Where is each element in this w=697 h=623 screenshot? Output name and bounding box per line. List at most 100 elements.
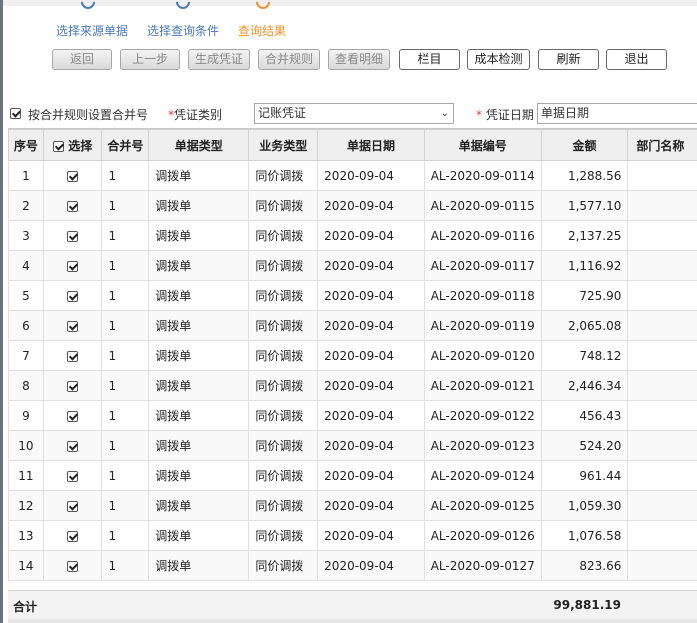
cell-biz-type: 同价调拨 xyxy=(248,190,319,221)
cell-merge-no[interactable]: 1 xyxy=(101,550,150,581)
cell-select[interactable] xyxy=(42,400,103,431)
table-row[interactable]: 4 1 调拨单 同价调拨 2020-09-04 AL-2020-09-0117 1,116.… xyxy=(8,250,697,281)
refresh-button[interactable]: 刷新 xyxy=(538,49,599,70)
table-row[interactable]: 8 1 调拨单 同价调拨 2020-09-04 AL-2020-09-0121 2,446.… xyxy=(8,370,697,401)
cell-seq: 5 xyxy=(8,280,44,311)
table-row[interactable]: 13 1 调拨单 同价调拨 2020-09-04 AL-2020-09-0126 1,076… xyxy=(8,520,697,551)
cell-select[interactable] xyxy=(42,490,103,521)
row-select-checkbox[interactable] xyxy=(67,410,79,422)
select-all-checkbox[interactable] xyxy=(53,140,65,152)
row-select-checkbox[interactable] xyxy=(67,320,79,332)
cell-select[interactable] xyxy=(42,550,103,581)
cell-doc-date: 2020-09-04 xyxy=(317,460,425,491)
cell-select[interactable] xyxy=(42,340,103,371)
row-select-checkbox[interactable] xyxy=(67,560,79,572)
table-row[interactable]: 1 1 调拨单 同价调拨 2020-09-04 AL-2020-09-0114 1,288.… xyxy=(8,160,697,191)
cell-doc-date: 2020-09-04 xyxy=(317,490,425,521)
merge-rule-button[interactable]: 合并规则 xyxy=(258,49,320,70)
cell-merge-no[interactable]: 1 xyxy=(101,160,150,191)
cell-select[interactable] xyxy=(42,280,103,311)
cell-biz-type: 同价调拨 xyxy=(248,520,319,551)
row-select-checkbox[interactable] xyxy=(67,500,79,512)
table-row[interactable]: 3 1 调拨单 同价调拨 2020-09-04 AL-2020-09-0116 2,137.… xyxy=(8,220,697,251)
view-detail-button[interactable]: 查看明细 xyxy=(328,49,390,70)
cell-merge-no[interactable]: 1 xyxy=(101,400,150,431)
row-select-checkbox[interactable] xyxy=(67,200,79,212)
header-doc-date: 单据日期 xyxy=(317,129,425,161)
cell-dept xyxy=(627,160,697,191)
header-select[interactable]: 选择 xyxy=(42,129,103,161)
cell-select[interactable] xyxy=(42,430,103,461)
cell-select[interactable] xyxy=(42,220,103,251)
cell-dept xyxy=(627,460,697,491)
cell-biz-type: 同价调拨 xyxy=(248,460,319,491)
cell-biz-type: 同价调拨 xyxy=(248,550,319,581)
generate-voucher-button[interactable]: 生成凭证 xyxy=(188,49,250,70)
cell-merge-no[interactable]: 1 xyxy=(101,430,150,461)
table-row[interactable]: 10 1 调拨单 同价调拨 2020-09-04 AL-2020-09-0123 524.2… xyxy=(8,430,697,461)
cell-seq: 7 xyxy=(8,340,44,371)
cell-merge-no[interactable]: 1 xyxy=(101,250,150,281)
row-select-checkbox[interactable] xyxy=(67,380,79,392)
cell-select[interactable] xyxy=(42,460,103,491)
cell-select[interactable] xyxy=(42,250,103,281)
row-select-checkbox[interactable] xyxy=(67,440,79,452)
cell-select[interactable] xyxy=(42,520,103,551)
cell-merge-no[interactable]: 1 xyxy=(101,490,150,521)
cell-merge-no[interactable]: 1 xyxy=(101,370,150,401)
cell-biz-type: 同价调拨 xyxy=(248,430,319,461)
cell-doc-type: 调拨单 xyxy=(148,280,250,311)
cell-doc-type: 调拨单 xyxy=(148,460,250,491)
cell-seq: 3 xyxy=(8,220,44,251)
back-button[interactable]: 返回 xyxy=(52,49,112,70)
voucher-date-field[interactable]: 单据日期 xyxy=(537,103,697,124)
cell-select[interactable] xyxy=(42,190,103,221)
table-row[interactable]: 6 1 调拨单 同价调拨 2020-09-04 AL-2020-09-0119 2,065.… xyxy=(8,310,697,341)
cell-amount: 725.90 xyxy=(540,280,629,311)
cell-merge-no[interactable]: 1 xyxy=(101,310,150,341)
cell-seq: 12 xyxy=(8,490,44,521)
row-select-checkbox[interactable] xyxy=(67,170,79,182)
cell-seq: 4 xyxy=(8,250,44,281)
cell-merge-no[interactable]: 1 xyxy=(101,190,150,221)
cell-dept xyxy=(627,220,697,251)
table-row[interactable]: 7 1 调拨单 同价调拨 2020-09-04 AL-2020-09-0120 748.12 xyxy=(8,340,697,371)
prev-step-button[interactable]: 上一步 xyxy=(120,49,180,70)
step-query-result[interactable]: 查询结果 xyxy=(238,22,286,39)
cell-select[interactable] xyxy=(42,160,103,191)
step-select-conditions[interactable]: 选择查询条件 xyxy=(147,22,219,39)
row-select-checkbox[interactable] xyxy=(67,290,79,302)
cost-check-button[interactable]: 成本检测 xyxy=(467,49,530,70)
cell-merge-no[interactable]: 1 xyxy=(101,220,150,251)
cell-amount: 1,288.56 xyxy=(540,160,629,191)
cell-merge-no[interactable]: 1 xyxy=(101,280,150,311)
row-select-checkbox[interactable] xyxy=(67,470,79,482)
merge-by-rule-label: 按合并规则设置合并号 xyxy=(28,108,149,122)
columns-button[interactable]: 栏目 xyxy=(399,49,460,70)
cell-select[interactable] xyxy=(42,370,103,401)
table-row[interactable]: 11 1 调拨单 同价调拨 2020-09-04 AL-2020-09-0124 961.4… xyxy=(8,460,697,491)
cell-biz-type: 同价调拨 xyxy=(248,370,319,401)
row-select-checkbox[interactable] xyxy=(67,530,79,542)
merge-by-rule-checkbox[interactable] xyxy=(10,108,21,119)
cell-seq: 1 xyxy=(8,160,44,191)
cell-dept xyxy=(627,370,697,401)
table-row[interactable]: 5 1 调拨单 同价调拨 2020-09-04 AL-2020-09-0118 725.90 xyxy=(8,280,697,311)
cell-doc-date: 2020-09-04 xyxy=(317,220,425,251)
row-select-checkbox[interactable] xyxy=(67,350,79,362)
table-row[interactable]: 2 1 调拨单 同价调拨 2020-09-04 AL-2020-09-0115 1,577.… xyxy=(8,190,697,221)
cell-merge-no[interactable]: 1 xyxy=(101,520,150,551)
voucher-type-select[interactable]: 记账凭证 ⌄ xyxy=(254,103,454,124)
table-row[interactable]: 14 1 调拨单 同价调拨 2020-09-04 AL-2020-09-0127 823.6… xyxy=(8,550,697,581)
cell-merge-no[interactable]: 1 xyxy=(101,460,150,491)
row-select-checkbox[interactable] xyxy=(67,260,79,272)
exit-button[interactable]: 退出 xyxy=(606,49,667,70)
cell-select[interactable] xyxy=(42,310,103,341)
row-select-checkbox[interactable] xyxy=(67,230,79,242)
cell-doc-type: 调拨单 xyxy=(148,190,250,221)
cell-merge-no[interactable]: 1 xyxy=(101,340,150,371)
table-row[interactable]: 9 1 调拨单 同价调拨 2020-09-04 AL-2020-09-0122 456.43 xyxy=(8,400,697,431)
horizontal-scrollbar[interactable] xyxy=(8,619,697,623)
step-select-source[interactable]: 选择来源单据 xyxy=(56,22,128,39)
table-row[interactable]: 12 1 调拨单 同价调拨 2020-09-04 AL-2020-09-0125 1,059… xyxy=(8,490,697,521)
